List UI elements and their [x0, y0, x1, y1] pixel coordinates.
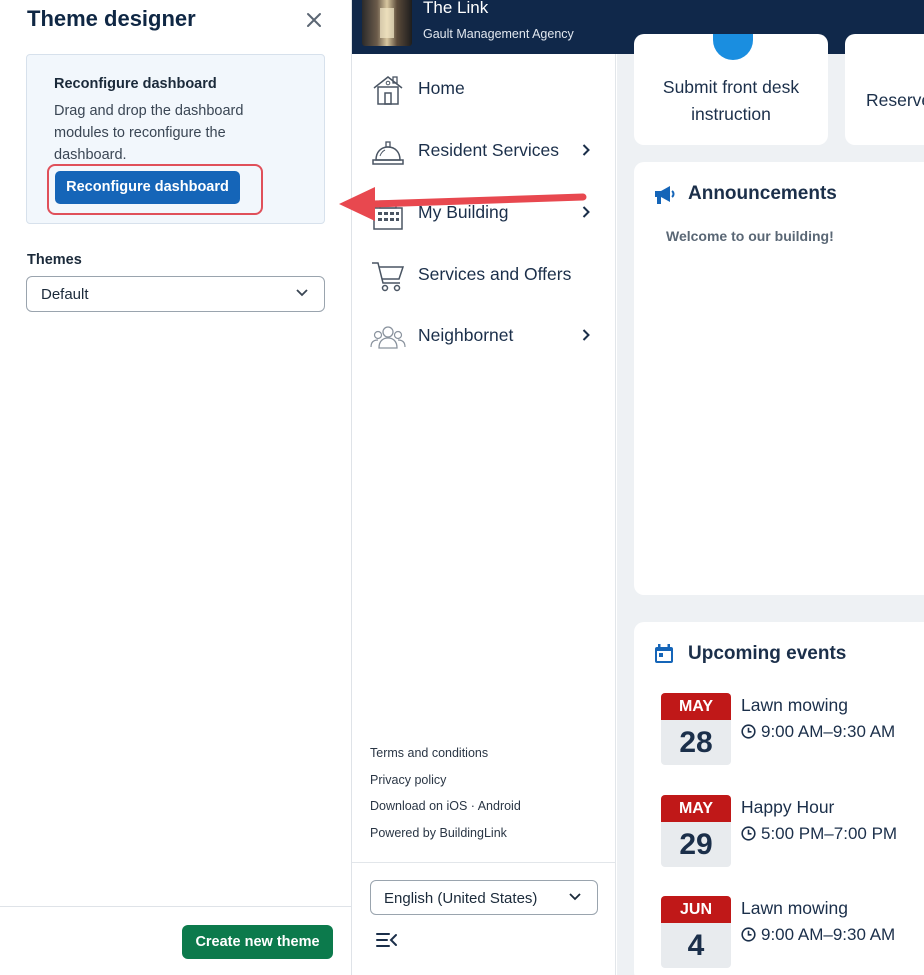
event-item[interactable]: MAY 29 Happy Hour 5:00 PM–7:00 PM	[661, 795, 924, 867]
calendar-badge: JUN 4	[661, 896, 731, 968]
sidebar-item-neighbornet[interactable]: Neighbornet	[352, 311, 616, 361]
event-name: Happy Hour	[741, 797, 835, 817]
sidebar-item-label: Services and Offers	[418, 264, 572, 284]
upcoming-events-card: Upcoming events MAY 28 Lawn mowing 9:00 …	[634, 622, 924, 975]
announcement-text: Welcome to our building!	[666, 228, 834, 244]
reconfigure-dashboard-button[interactable]: Reconfigure dashboard	[55, 171, 240, 204]
calendar-badge: MAY 29	[661, 795, 731, 867]
building-name: The Link	[423, 0, 489, 17]
privacy-link[interactable]: Privacy policy	[370, 773, 521, 800]
megaphone-icon	[655, 186, 675, 204]
announcements-card: Announcements Welcome to our building!	[634, 162, 924, 595]
chevron-down-icon	[296, 289, 308, 297]
events-title: Upcoming events	[688, 643, 847, 664]
sidebar-item-label: Neighbornet	[418, 325, 514, 345]
tile-label: Reserve	[866, 90, 924, 110]
dashboard: Submit front desk instruction Reserve An…	[617, 34, 924, 975]
event-item[interactable]: JUN 4 Lawn mowing 9:00 AM–9:30 AM	[661, 896, 924, 968]
sidebar-item-label: Home	[418, 78, 465, 98]
collapse-menu-icon[interactable]	[376, 932, 398, 948]
reconfigure-heading: Reconfigure dashboard	[54, 76, 217, 92]
themes-selected-value: Default	[41, 286, 89, 303]
sidebar-item-home[interactable]: Home	[352, 64, 616, 114]
event-time: 9:00 AM–9:30 AM	[741, 925, 895, 945]
sidebar-item-services-and-offers[interactable]: Services and Offers	[352, 250, 616, 300]
sidebar-item-label: Resident Services	[418, 140, 560, 160]
close-icon[interactable]	[304, 10, 324, 30]
event-time-text: 9:00 AM–9:30 AM	[761, 722, 896, 741]
powered-by-link[interactable]: Powered by BuildingLink	[370, 826, 521, 853]
clock-icon	[741, 927, 756, 942]
panel-title: Theme designer	[27, 6, 196, 31]
download-links[interactable]: Download on iOS · Android	[370, 799, 521, 826]
event-name: Lawn mowing	[741, 695, 848, 715]
reconfigure-description: Drag and drop the dashboard modules to r…	[54, 103, 244, 163]
theme-designer-panel: Theme designer Reconfigure dashboard Dra…	[0, 0, 352, 975]
event-month: MAY	[661, 693, 731, 720]
shopping-cart-icon	[372, 262, 405, 292]
event-time-text: 9:00 AM–9:30 AM	[761, 925, 896, 944]
language-selected-value: English (United States)	[384, 890, 538, 907]
divider	[352, 862, 615, 863]
service-bell-icon	[372, 141, 404, 165]
front-desk-icon	[713, 34, 753, 60]
chevron-right-icon	[582, 329, 590, 341]
event-day: 4	[687, 929, 705, 962]
panel-footer: Create new theme	[0, 906, 351, 975]
calendar-badge: MAY 28	[661, 693, 731, 765]
event-month: MAY	[661, 795, 731, 822]
annotation-arrow	[339, 187, 587, 221]
calendar-icon	[655, 644, 673, 663]
house-icon	[373, 76, 403, 105]
clock-icon	[741, 826, 756, 841]
event-time: 9:00 AM–9:30 AM	[741, 722, 895, 742]
reserve-tile[interactable]: Reserve	[845, 34, 924, 145]
tile-label: Submit front desk instruction	[662, 77, 800, 124]
event-day: 28	[679, 726, 713, 759]
announcements-title: Announcements	[688, 183, 837, 204]
building-photo	[362, 0, 412, 46]
chevron-right-icon	[582, 144, 590, 156]
event-day: 29	[679, 828, 713, 861]
terms-link[interactable]: Terms and conditions	[370, 746, 521, 773]
footer-links: Terms and conditions Privacy policy Down…	[370, 746, 521, 852]
front-desk-tile[interactable]: Submit front desk instruction	[634, 34, 828, 145]
create-new-theme-button[interactable]: Create new theme	[182, 925, 333, 959]
clock-icon	[741, 724, 756, 739]
event-month: JUN	[661, 896, 731, 923]
chevron-down-icon	[569, 893, 581, 901]
people-icon	[370, 326, 406, 349]
event-item[interactable]: MAY 28 Lawn mowing 9:00 AM–9:30 AM	[661, 693, 924, 765]
sidebar-item-resident-services[interactable]: Resident Services	[352, 126, 616, 176]
event-name: Lawn mowing	[741, 898, 848, 918]
language-select[interactable]: English (United States)	[370, 880, 598, 915]
themes-label: Themes	[27, 252, 82, 268]
event-time: 5:00 PM–7:00 PM	[741, 824, 897, 844]
event-time-text: 5:00 PM–7:00 PM	[761, 824, 898, 843]
agency-name: Gault Management Agency	[423, 27, 574, 41]
themes-select[interactable]: Default	[26, 276, 325, 312]
